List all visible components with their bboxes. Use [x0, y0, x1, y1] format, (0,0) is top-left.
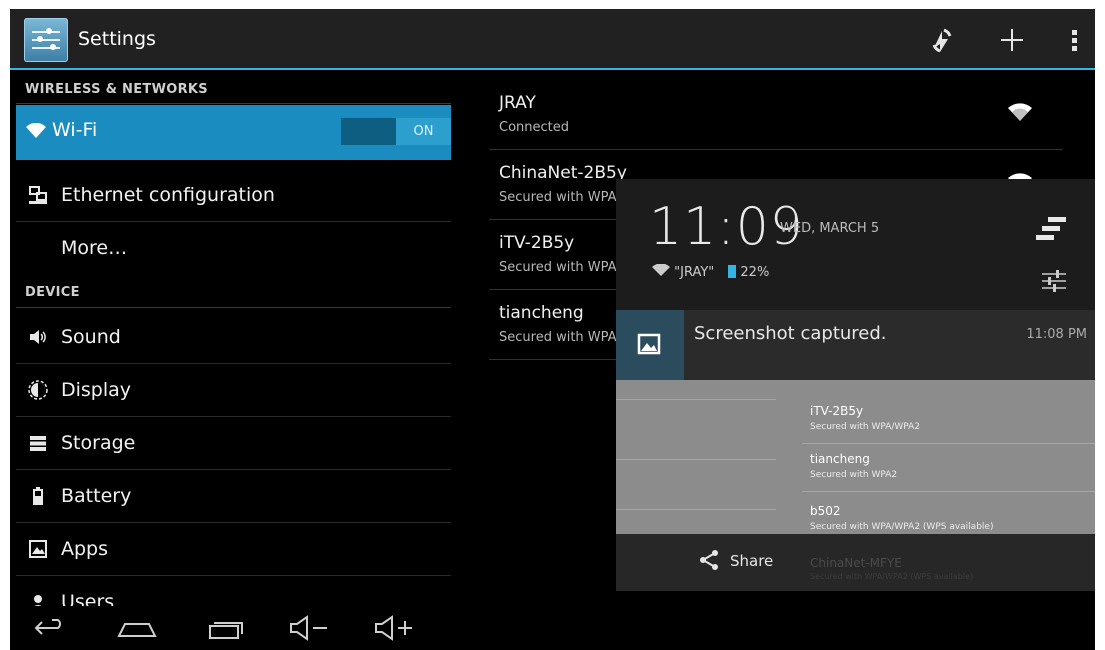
- app-title: Settings: [78, 28, 156, 50]
- battery-level: 22%: [740, 265, 770, 280]
- image-icon: [616, 310, 684, 380]
- wifi-signal-icon: [1007, 102, 1033, 126]
- preview-network-item: b502 Secured with WPA/WPA2 (WPS availabl…: [810, 498, 1095, 534]
- sidebar-item-more[interactable]: More…: [16, 222, 451, 274]
- sidebar-item-label: Wi-Fi: [52, 119, 98, 141]
- network-name: iTV-2B5y: [499, 233, 575, 253]
- preview-network-item: tiancheng Secured with WPA2: [802, 446, 1095, 492]
- wifi-toggle[interactable]: ON: [341, 118, 451, 145]
- notification-title: Screenshot captured.: [694, 323, 887, 344]
- share-action-bar: Share ChinaNet-MFYE Secured with WPA/WPA…: [616, 534, 1095, 591]
- preview-network-item: iTV-2B5y Secured with WPA/WPA2: [802, 398, 1095, 444]
- toggle-state: ON: [396, 118, 451, 145]
- screenshot-notification[interactable]: Screenshot captured. 11:08 PM: [616, 310, 1095, 380]
- section-device: DEVICE: [25, 285, 80, 300]
- preview-network-name: tiancheng: [810, 452, 870, 466]
- device-screen: Settings WIRELESS & NETWORKS Wi-Fi ON Et…: [10, 9, 1095, 650]
- home-icon[interactable]: [115, 612, 159, 644]
- section-wireless-networks: WIRELESS & NETWORKS: [25, 82, 208, 97]
- sidebar-item-label: Ethernet configuration: [61, 184, 275, 206]
- preview-network-status: Secured with WPA/WPA2 (WPS available): [810, 522, 994, 532]
- sidebar-item-sound[interactable]: Sound: [16, 311, 451, 363]
- screenshot-preview: iTV-2B5y Secured with WPA/WPA2 tiancheng…: [616, 380, 1095, 534]
- add-icon[interactable]: [990, 21, 1034, 59]
- notification-time: 11:08 PM: [1026, 327, 1087, 342]
- recent-apps-icon[interactable]: [202, 612, 246, 644]
- sidebar-item-label: Apps: [61, 538, 109, 560]
- date: WED, MARCH 5: [780, 221, 880, 236]
- share-button[interactable]: Share: [698, 549, 773, 571]
- ghost-network-name: ChinaNet-MFYE: [810, 556, 902, 570]
- network-name: ChinaNet-2B5y: [499, 163, 627, 183]
- action-bar: Settings: [10, 9, 1095, 70]
- notification-panel[interactable]: 11:09 WED, MARCH 5 "JRAY" 22% Screenshot…: [616, 179, 1095, 591]
- share-label: Share: [730, 552, 774, 570]
- wifi-icon: [652, 263, 670, 280]
- notification-header: 11:09 WED, MARCH 5 "JRAY" 22%: [616, 179, 1095, 310]
- sidebar-item-label: Storage: [61, 432, 136, 454]
- network-item[interactable]: JRAY Connected: [489, 80, 1063, 150]
- sidebar-item-ethernet[interactable]: Ethernet configuration: [16, 169, 451, 221]
- ethernet-icon: [28, 185, 48, 205]
- preview-network-name: b502: [810, 504, 841, 518]
- brightness-icon: [28, 380, 48, 400]
- sidebar-item-battery[interactable]: Battery: [16, 470, 451, 522]
- preview-network-status: Secured with WPA/WPA2: [810, 422, 921, 432]
- wifi-icon: [26, 122, 46, 143]
- ghost-network-status: Secured with WPA/WPA2 (WPS available): [810, 572, 974, 581]
- overflow-menu-icon[interactable]: [1060, 21, 1090, 59]
- network-status: Connected: [499, 120, 570, 135]
- sidebar-item-label: More…: [61, 237, 128, 259]
- speaker-icon: [28, 327, 48, 347]
- wifi-network-name: "JRAY": [674, 265, 715, 280]
- sidebar-item-wifi[interactable]: Wi-Fi ON: [16, 105, 451, 160]
- sidebar-item-label: Battery: [61, 485, 132, 507]
- volume-down-icon[interactable]: [287, 612, 331, 644]
- sidebar-item-storage[interactable]: Storage: [16, 417, 451, 469]
- sync-icon[interactable]: [922, 21, 962, 59]
- storage-icon: [28, 433, 48, 453]
- quick-settings-icon[interactable]: [1040, 267, 1068, 295]
- share-icon: [700, 550, 718, 570]
- volume-up-icon[interactable]: [372, 612, 416, 644]
- back-icon[interactable]: [30, 612, 70, 644]
- battery-icon: [728, 265, 737, 278]
- clear-all-icon[interactable]: [1034, 214, 1070, 244]
- sidebar-item-apps[interactable]: Apps: [16, 523, 451, 575]
- network-name: JRAY: [499, 93, 536, 113]
- settings-headers: WIRELESS & NETWORKS Wi-Fi ON Ethernet co…: [10, 70, 451, 613]
- preview-network-name: iTV-2B5y: [810, 404, 864, 418]
- sidebar-item-label: Display: [61, 379, 132, 401]
- sidebar-item-display[interactable]: Display: [16, 364, 451, 416]
- network-status: Secured with WPA2: [499, 330, 625, 345]
- settings-app-icon[interactable]: [24, 18, 68, 62]
- battery-icon: [28, 486, 48, 506]
- navigation-bar: [10, 606, 1095, 650]
- apps-icon: [28, 539, 48, 559]
- network-name: tiancheng: [499, 303, 584, 323]
- sidebar-item-label: Sound: [61, 326, 121, 348]
- preview-network-status: Secured with WPA2: [810, 470, 898, 480]
- status-row: "JRAY" 22%: [652, 263, 770, 280]
